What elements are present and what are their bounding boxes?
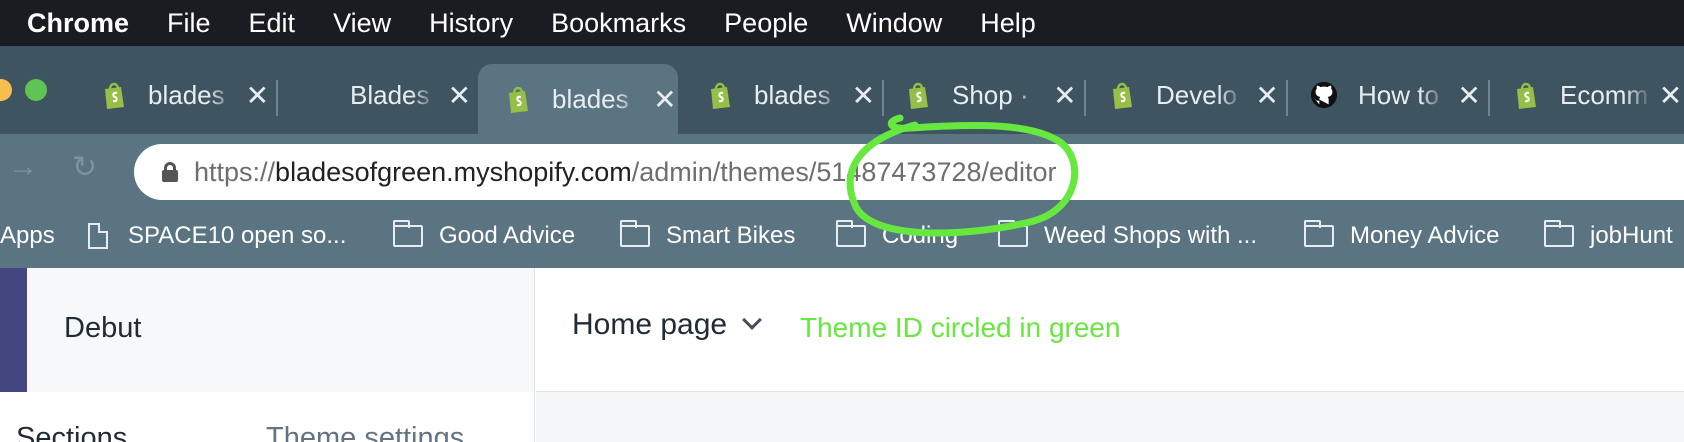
macos-menu-bar: Chrome File Edit View History Bookmarks …: [0, 0, 1684, 46]
url-scheme: https://: [194, 156, 276, 187]
bookmark-label: Money Advice: [1350, 222, 1500, 249]
admin-nav-strip: [0, 268, 27, 392]
tab-3[interactable]: blades ✕: [676, 64, 876, 126]
bookmark-weed-shops[interactable]: Weed Shops with ...: [998, 220, 1257, 250]
close-icon[interactable]: ✕: [1254, 79, 1280, 112]
page-icon: [88, 223, 108, 249]
shopify-icon: [504, 84, 532, 114]
tab-title: Blades: [350, 79, 430, 110]
theme-editor: Debut Home page Theme ID circled in gree…: [0, 268, 1684, 442]
bookmark-label: Smart Bikes: [666, 222, 796, 249]
tab-title: blades: [552, 83, 629, 114]
bookmark-label: SPACE10 open so...: [128, 222, 347, 249]
tab-title: How to: [1358, 79, 1439, 110]
browser-window: blades ✕ Blades ✕ blades ✕ blades ✕ Shop…: [0, 46, 1684, 268]
blank-favicon-icon: [302, 80, 330, 110]
sidebar-tabs: Sections Theme settings: [0, 392, 535, 442]
shopify-icon: [904, 80, 932, 110]
lock-icon[interactable]: [162, 162, 178, 182]
url-path: /admin/themes/51487473728/editor: [631, 156, 1057, 187]
tab-2-active[interactable]: blades ✕: [478, 64, 678, 134]
bookmark-space10[interactable]: SPACE10 open so...: [88, 222, 346, 250]
tab-5[interactable]: Develo ✕: [1080, 64, 1280, 126]
close-icon[interactable]: ✕: [851, 79, 876, 112]
sidebar-header: Debut: [27, 268, 535, 392]
bookmarks-bar: Apps SPACE10 open so... Good Advice Smar…: [0, 208, 1684, 268]
menu-window[interactable]: Window: [846, 8, 942, 39]
close-icon[interactable]: ✕: [447, 79, 472, 112]
shopify-icon: [706, 80, 734, 110]
bookmark-label: Good Advice: [439, 222, 576, 249]
menu-bookmarks[interactable]: Bookmarks: [551, 8, 686, 39]
tab-0[interactable]: blades ✕: [70, 64, 270, 126]
page-selector-label: Home page: [572, 308, 728, 341]
tab-sections[interactable]: Sections: [16, 422, 127, 442]
bookmark-label: Coding: [882, 222, 959, 249]
shopify-icon: [1512, 80, 1540, 110]
menu-people[interactable]: People: [724, 8, 808, 39]
close-icon[interactable]: ✕: [245, 79, 270, 112]
tab-7[interactable]: Ecomm ✕: [1484, 64, 1684, 126]
tab-strip: blades ✕ Blades ✕ blades ✕ blades ✕ Shop…: [0, 46, 1684, 134]
annotation-caption: Theme ID circled in green: [800, 312, 1121, 343]
bookmark-jobhunt[interactable]: jobHunt: [1544, 220, 1673, 250]
folder-icon: [998, 220, 1028, 247]
tab-1[interactable]: Blades ✕: [272, 64, 472, 126]
zoom-window-button[interactable]: [25, 79, 47, 101]
shopify-icon: [100, 80, 128, 110]
menu-app-chrome[interactable]: Chrome: [27, 8, 129, 39]
chevron-down-icon: [742, 310, 763, 330]
tab-title: Ecomm: [1560, 79, 1649, 110]
tab-theme-settings[interactable]: Theme settings: [266, 422, 464, 442]
menu-help[interactable]: Help: [980, 8, 1036, 39]
page-selector[interactable]: Home page: [572, 308, 763, 342]
menu-history[interactable]: History: [429, 8, 513, 39]
menu-file[interactable]: File: [167, 8, 211, 39]
bookmark-label: jobHunt: [1590, 222, 1673, 249]
tab-title: Develo: [1156, 79, 1237, 110]
folder-icon: [1544, 220, 1574, 247]
bookmark-label: Apps: [0, 222, 55, 249]
bookmark-apps[interactable]: Apps: [0, 222, 55, 250]
bookmark-money-advice[interactable]: Money Advice: [1304, 220, 1500, 250]
close-icon[interactable]: ✕: [652, 83, 678, 116]
folder-icon: [836, 220, 866, 247]
close-icon[interactable]: ✕: [1052, 79, 1078, 112]
folder-icon: [393, 220, 423, 247]
shopify-icon: [1108, 80, 1136, 110]
address-bar[interactable]: https://bladesofgreen.myshopify.com/admi…: [134, 144, 1684, 200]
theme-name: Debut: [64, 312, 142, 344]
folder-icon: [1304, 220, 1334, 247]
menu-view[interactable]: View: [333, 8, 391, 39]
bookmark-coding[interactable]: Coding: [836, 220, 959, 250]
minimize-window-button[interactable]: [0, 79, 12, 101]
tab-title: blades: [754, 79, 831, 110]
tab-title: blades: [148, 79, 225, 110]
browser-toolbar: → ↻ https://bladesofgreen.myshopify.com /…: [0, 134, 1684, 208]
folder-icon: [620, 220, 650, 247]
menu-edit[interactable]: Edit: [249, 8, 296, 39]
tab-4[interactable]: Shop · ✕: [878, 64, 1078, 126]
tab-title: Shop ·: [952, 79, 1029, 110]
close-icon[interactable]: ✕: [1456, 79, 1482, 112]
forward-arrow-icon[interactable]: →: [8, 150, 38, 184]
bookmark-label: Weed Shops with ...: [1044, 222, 1257, 249]
editor-topbar: Home page Theme ID circled in green: [536, 268, 1684, 392]
reload-icon[interactable]: ↻: [72, 150, 97, 185]
github-icon: [1310, 80, 1338, 110]
tab-6[interactable]: How to ✕: [1282, 64, 1482, 126]
url-host: bladesofgreen.myshopify.com: [275, 156, 632, 187]
bookmark-good-advice[interactable]: Good Advice: [393, 220, 576, 250]
close-icon[interactable]: ✕: [1657, 79, 1684, 112]
bookmark-smart-bikes[interactable]: Smart Bikes: [620, 220, 796, 250]
preview-area: [536, 392, 1684, 442]
